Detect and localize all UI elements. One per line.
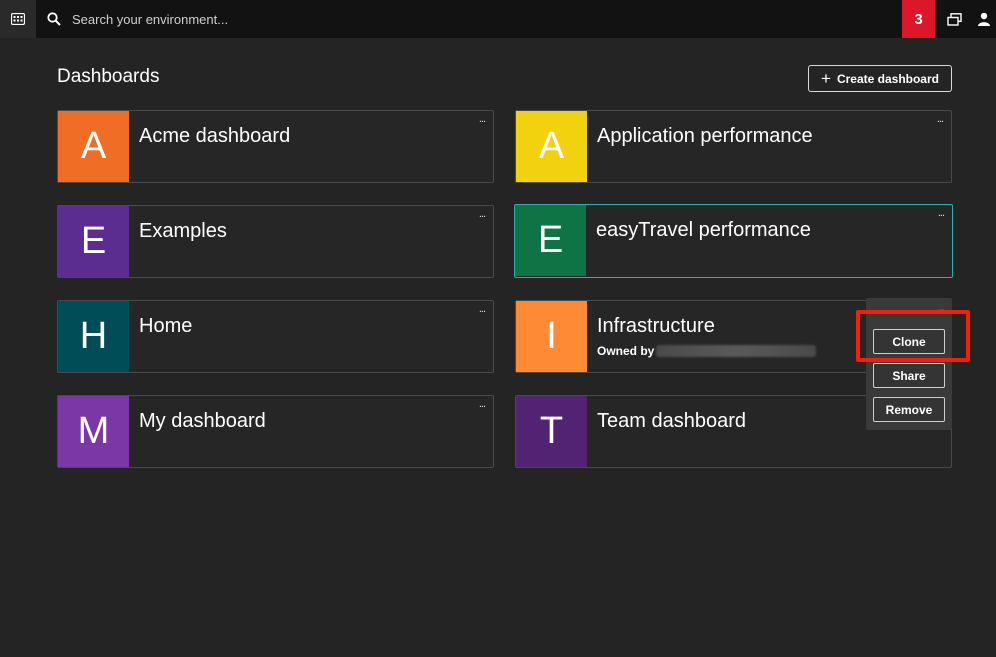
tile-name: My dashboard	[139, 410, 266, 432]
create-dashboard-label: Create dashboard	[836, 71, 939, 86]
app-menu-icon[interactable]	[0, 0, 36, 38]
tile-letter-badge: E	[515, 205, 586, 276]
tile-letter-badge: M	[58, 396, 129, 467]
clone-button[interactable]: Clone	[873, 329, 945, 354]
tile-letter-badge: E	[58, 206, 129, 277]
tile-letter-badge: I	[516, 301, 587, 372]
search-icon	[36, 0, 72, 38]
tile-context-menu: ... Clone Share Remove	[866, 298, 952, 430]
page-title: Dashboards	[57, 66, 160, 87]
search-input[interactable]	[72, 11, 472, 27]
tile-letter-badge: A	[516, 111, 587, 182]
dashboard-tile-easytravel-performance[interactable]: E easyTravel performance ...	[514, 204, 953, 278]
tile-owner-label: Owned by	[597, 344, 655, 358]
tile-name: Application performance	[597, 125, 813, 147]
tile-more-icon[interactable]: ...	[479, 398, 486, 410]
remove-button[interactable]: Remove	[873, 397, 945, 422]
tile-more-icon[interactable]: ...	[479, 113, 486, 125]
dashboard-tile-home[interactable]: H Home ...	[57, 300, 494, 373]
user-icon[interactable]	[972, 0, 996, 38]
redacted-owner-name	[656, 345, 816, 357]
plus-icon: +	[821, 69, 831, 88]
tile-more-icon[interactable]: ...	[479, 208, 486, 220]
dashboard-tile-examples[interactable]: E Examples ...	[57, 205, 494, 278]
tile-name: Examples	[139, 220, 227, 242]
dashboard-tile-acme[interactable]: A Acme dashboard ...	[57, 110, 494, 183]
tile-name: Team dashboard	[597, 410, 746, 432]
search-bar	[36, 0, 536, 38]
create-dashboard-button[interactable]: + Create dashboard	[808, 65, 952, 92]
top-bar: 3	[0, 0, 996, 38]
tile-name: easyTravel performance	[596, 219, 811, 241]
share-button[interactable]: Share	[873, 363, 945, 388]
tile-more-icon[interactable]: ...	[938, 207, 945, 219]
tile-letter-badge: H	[58, 301, 129, 372]
tile-letter-badge: T	[516, 396, 587, 467]
tile-more-icon[interactable]: ...	[937, 113, 944, 125]
dashboard-tile-my-dashboard[interactable]: M My dashboard ...	[57, 395, 494, 468]
tile-name: Infrastructure	[597, 315, 715, 337]
tile-more-icon[interactable]: ...	[479, 303, 486, 315]
tile-letter-badge: A	[58, 111, 129, 182]
tile-name: Home	[139, 315, 193, 337]
windows-icon[interactable]	[936, 0, 972, 38]
tile-more-icon[interactable]: ...	[938, 302, 945, 314]
tile-name: Acme dashboard	[139, 125, 291, 147]
dashboard-tile-application-performance[interactable]: A Application performance ...	[515, 110, 952, 183]
notification-badge[interactable]: 3	[902, 0, 935, 38]
